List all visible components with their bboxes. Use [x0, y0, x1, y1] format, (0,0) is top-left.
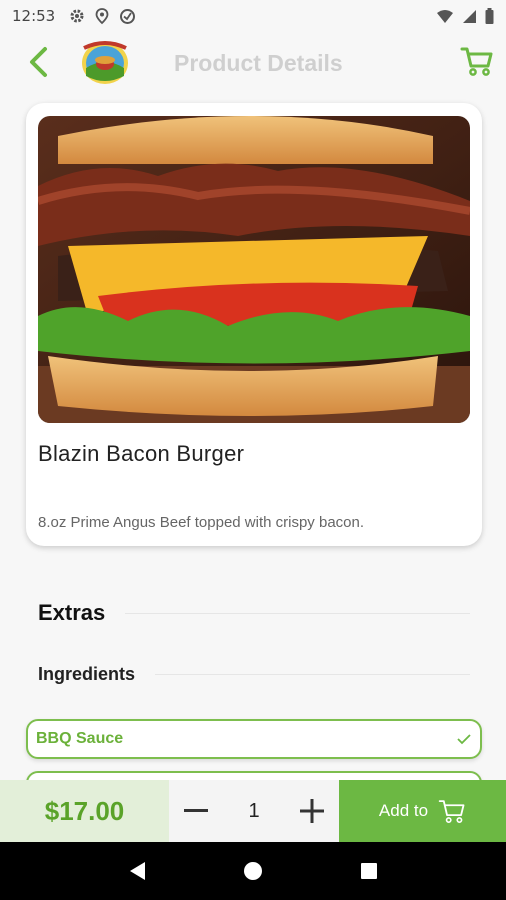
location-icon: [95, 7, 109, 24]
status-bar: 12:53: [0, 0, 506, 32]
gear-icon: [70, 9, 84, 23]
extras-header: Extras: [38, 600, 470, 626]
increment-button[interactable]: [299, 798, 325, 824]
bottom-bar: $17.00 1 Add to: [0, 780, 506, 842]
plus-icon: [300, 799, 324, 823]
option-bbq-sauce[interactable]: BBQ Sauce: [26, 719, 482, 759]
ingredients-header: Ingredients: [38, 664, 470, 685]
divider: [155, 674, 470, 675]
system-nav-bar: [0, 842, 506, 900]
quantity-value: 1: [248, 799, 260, 822]
back-button[interactable]: [22, 44, 54, 80]
status-time: 12:53: [12, 7, 56, 25]
minus-icon: [184, 809, 208, 812]
signal-icon: [463, 9, 476, 23]
chevron-left-icon: [30, 47, 47, 77]
recents-square-icon[interactable]: [360, 862, 378, 880]
sync-icon: [120, 8, 136, 24]
quantity-stepper: 1: [169, 780, 339, 842]
app-header: Product Details: [0, 32, 506, 92]
product-card: Blazin Bacon Burger 8.oz Prime Angus Bee…: [26, 103, 482, 546]
price-display: $17.00: [0, 780, 169, 842]
cart-icon: [438, 800, 465, 824]
checkmark-icon: [457, 734, 471, 745]
add-to-cart-label: Add to: [378, 801, 429, 820]
ingredients-title: Ingredients: [38, 664, 136, 684]
wifi-icon: [437, 9, 453, 23]
divider: [125, 612, 470, 614]
add-to-cart-button[interactable]: Add to: [339, 780, 506, 842]
product-name: Blazin Bacon Burger: [38, 441, 245, 466]
back-triangle-icon[interactable]: [128, 861, 146, 881]
decrement-button[interactable]: [183, 798, 209, 824]
option-label: BBQ Sauce: [36, 730, 124, 747]
product-image: [38, 116, 470, 423]
restaurant-logo: [80, 38, 130, 86]
home-circle-icon[interactable]: [243, 861, 263, 881]
cart-button[interactable]: [460, 44, 498, 80]
page-title: Product Details: [174, 50, 343, 76]
extras-title: Extras: [38, 600, 106, 625]
product-description: 8.oz Prime Angus Beef topped with crispy…: [38, 514, 365, 531]
battery-icon: [485, 8, 494, 24]
cart-icon: [460, 47, 493, 76]
